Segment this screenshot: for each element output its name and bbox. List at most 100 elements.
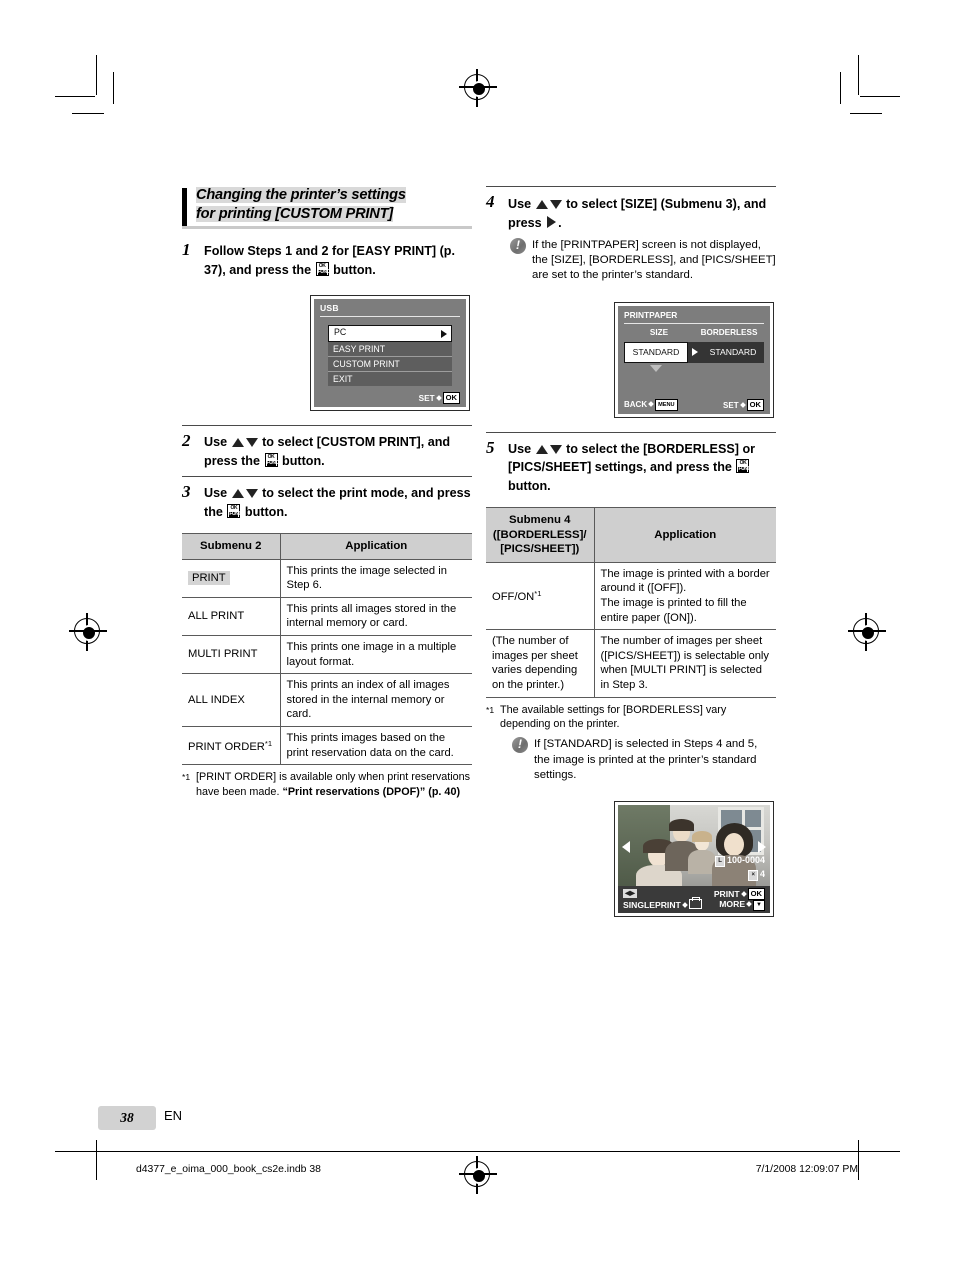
triangle-down-icon <box>245 489 258 498</box>
step-5-text-a: Use <box>508 441 535 456</box>
lcd-printpaper-size-value[interactable]: STANDARD <box>624 341 688 363</box>
step-3-text: Use to select the print mode, and press … <box>204 484 472 521</box>
photo-prev-arrow-icon[interactable] <box>622 841 630 854</box>
printer-icon <box>688 897 702 910</box>
lcd-printpaper-menu-button: MENU <box>655 398 678 411</box>
table-row: (The number of images per sheet varies d… <box>486 629 776 698</box>
exclamation-note-icon <box>512 736 528 754</box>
page-number-badge: 38 <box>98 1106 156 1130</box>
submenu2-cell-application: This prints an index of all images store… <box>279 673 472 727</box>
table-row: MULTI PRINT This prints one image in a m… <box>182 634 472 675</box>
submenu4-footnote-text: The available settings for [BORDERLESS] … <box>500 703 727 731</box>
diamond-icon <box>435 395 442 401</box>
submenu4-header-line2: ([BORDERLESS]/ <box>492 528 587 541</box>
photo-next-arrow-icon[interactable] <box>758 841 766 854</box>
submenu2-table: Submenu 2 Application PRINT This prints … <box>182 533 472 766</box>
submenu2-cell-name: ALL PRINT <box>182 596 280 636</box>
photo-face <box>724 833 744 857</box>
chevron-right-icon <box>441 329 447 338</box>
step-1-text: Follow Steps 1 and 2 for [EASY PRINT] (p… <box>204 242 472 279</box>
photo-preview-image <box>618 805 770 889</box>
lcd-printpaper-footer: BACK MENU SET OK <box>624 398 764 411</box>
lcd-printpaper-back-label: BACK <box>624 399 648 409</box>
step-4-text-c: . <box>558 215 562 230</box>
heading-rule-left <box>182 188 187 226</box>
step-5: 5 Use to select the [BORDERLESS] or [PIC… <box>486 431 776 502</box>
lcd-usb-item-exit[interactable]: EXIT <box>328 372 452 386</box>
table-row: PRINT ORDER*1 This prints images based o… <box>182 725 472 766</box>
lcd-printpaper-borderless-value[interactable]: STANDARD <box>702 341 764 363</box>
lcd-printpaper-column-headers: SIZE BORDERLESS <box>624 328 764 337</box>
lcd-printpaper-screen: PRINTPAPER SIZE BORDERLESS STANDARD STAN… <box>614 301 774 418</box>
section-heading: Changing the printer’s settings for prin… <box>182 186 472 226</box>
submenu4-note-text: If [STANDARD] is selected in Steps 4 and… <box>534 738 758 781</box>
submenu4-note: If [STANDARD] is selected in Steps 4 and… <box>510 735 776 785</box>
submenu4-header-application: Application <box>593 507 776 563</box>
step-1: 1 Follow Steps 1 and 2 for [EASY PRINT] … <box>182 235 472 285</box>
lcd-usb-footer-label: SET <box>418 394 435 403</box>
submenu2-cell-application: This prints the image selected in Step 6… <box>279 558 472 598</box>
table-row: ALL INDEX This prints an index of all im… <box>182 673 472 727</box>
photo-singleprint-hint[interactable]: SINGLEPRINT <box>623 897 702 910</box>
lcd-usb-ok-button: OK <box>442 392 460 404</box>
ok-func-button-icon: OK FUNC <box>315 261 330 276</box>
ok-func-button-icon: OK FUNC <box>227 503 242 518</box>
footnote-marker: *1 <box>264 738 273 748</box>
diamond-icon <box>740 891 747 897</box>
copies-tag-icon: × <box>748 870 758 882</box>
lcd-usb-title-rule <box>320 316 460 317</box>
photo-copies-value: 4 <box>759 869 765 880</box>
step-2-text-a: Use <box>204 435 231 449</box>
page-language: EN <box>164 1108 183 1123</box>
step-4-number: 4 <box>486 192 495 211</box>
lcd-printpaper-title-rule <box>624 322 764 324</box>
step-3: 3 Use to select the print mode, and pres… <box>182 476 472 527</box>
exclamation-note-icon <box>510 237 526 254</box>
submenu2-cell-name: PRINT ORDER*1 <box>182 725 280 766</box>
triangle-down-icon <box>549 200 562 209</box>
ok-func-button-icon: OK FUNC <box>736 459 751 474</box>
photo-down-button: ▼ <box>753 900 765 912</box>
triangle-up-icon <box>231 489 244 498</box>
triangle-right-icon <box>547 215 557 228</box>
ok-func-button-icon: OK FUNC <box>264 452 279 467</box>
lcd-usb-item-pc[interactable]: PC <box>328 325 452 342</box>
lcd-usb-item-custom-print-label: CUSTOM PRINT <box>333 359 400 369</box>
right-column: 4 Use to select [SIZE] (Submenu 3), and … <box>486 186 776 918</box>
triangle-up-icon <box>535 200 548 209</box>
lcd-photo-screen: L 100-0004 × 4 ◀▶ SINGLEPRINT PRINT OK MORE… <box>614 801 774 918</box>
diamond-icon <box>739 401 746 408</box>
photo-file-number: L 100-0004 <box>715 855 765 868</box>
submenu4-cell-application: The image is printed with a border aroun… <box>593 561 776 631</box>
submenu4-header-row: Submenu 4 ([BORDERLESS]/ [PICS/SHEET]) A… <box>486 507 776 563</box>
lcd-usb-footer: SET OK <box>419 392 460 404</box>
step-5-text: Use to select the [BORDERLESS] or [PICS/… <box>508 440 776 496</box>
lcd-usb-item-easy-print[interactable]: EASY PRINT <box>328 342 452 357</box>
lcd-usb-list: PC EASY PRINT CUSTOM PRINT EXIT <box>328 325 452 386</box>
lcd-printpaper-back: BACK MENU <box>624 398 678 411</box>
step-2-text-c: button. <box>278 453 325 468</box>
footer-timestamp: 7/1/2008 12:09:07 PM <box>755 1164 858 1175</box>
triangle-down-icon <box>245 438 258 447</box>
page-number: 38 <box>120 1110 134 1125</box>
left-column: Changing the printer’s settings for prin… <box>182 186 472 799</box>
submenu2-cell-name: ALL INDEX <box>182 673 280 727</box>
submenu4-cell-application: The number of images per sheet ([PICS/SH… <box>593 629 776 698</box>
lcd-usb-screen: USB PC EASY PRINT CUSTOM PRINT EXIT SET O… <box>310 295 470 411</box>
step-4: 4 Use to select [SIZE] (Submenu 3), and … <box>486 186 776 292</box>
lcd-usb-title: USB <box>320 303 339 313</box>
submenu2-header-row: Submenu 2 Application <box>182 533 472 560</box>
step-4-note: If the [PRINTPAPER] screen is not displa… <box>508 236 776 286</box>
step-2-number: 2 <box>182 431 191 450</box>
step-4-note-text: If the [PRINTPAPER] screen is not displa… <box>532 239 776 282</box>
submenu4-table: Submenu 4 ([BORDERLESS]/ [PICS/SHEET]) A… <box>486 507 776 698</box>
submenu4-header-name: Submenu 4 ([BORDERLESS]/ [PICS/SHEET]) <box>486 507 594 563</box>
photo-more-hint[interactable]: MORE ▼ <box>719 899 765 912</box>
left-right-pad-icon: ◀▶ <box>623 889 637 899</box>
submenu4-cell-name: (The number of images per sheet varies d… <box>486 629 594 698</box>
submenu4-footnote-marker: *1 <box>486 704 495 715</box>
image-size-tag-icon: L <box>715 856 725 868</box>
submenu2-cell-name: PRINT <box>182 558 280 598</box>
step-4-text-a: Use <box>508 197 535 211</box>
lcd-usb-item-custom-print[interactable]: CUSTOM PRINT <box>328 357 452 372</box>
